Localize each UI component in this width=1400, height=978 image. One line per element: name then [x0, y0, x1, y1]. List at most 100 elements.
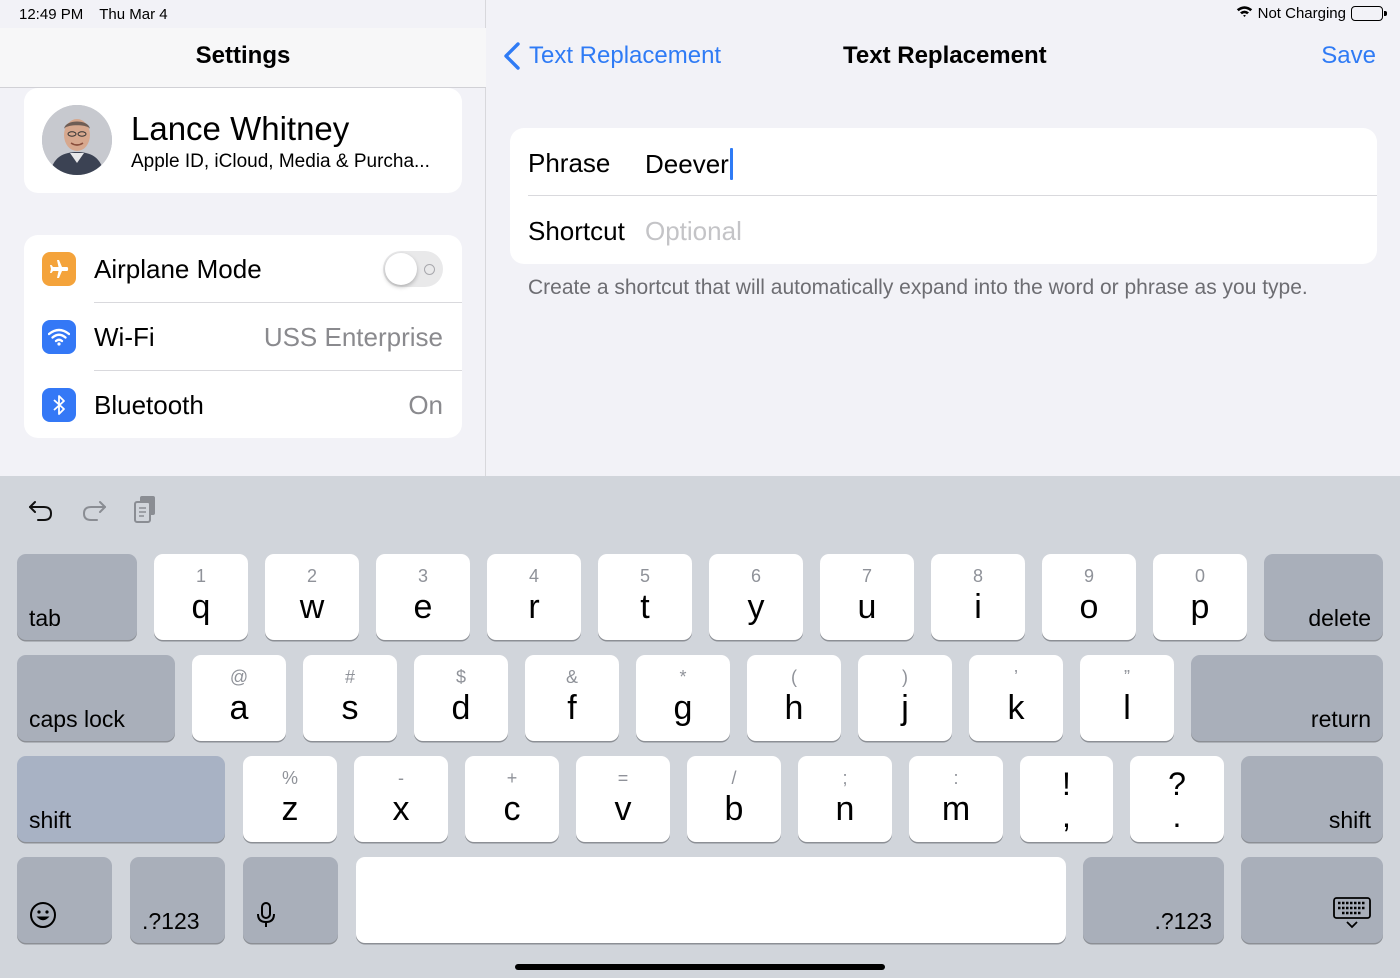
key-t-secondary: 5 — [639, 566, 650, 586]
sidebar-title: Settings — [195, 42, 291, 69]
settings-row-wifi[interactable]: Wi-Fi USS Enterprise — [24, 303, 462, 371]
key-v[interactable]: = v — [576, 756, 670, 842]
shift-key-left[interactable]: shift — [17, 756, 225, 842]
phrase-label: Phrase — [528, 148, 611, 178]
key-y-label: y — [747, 588, 765, 626]
key-q[interactable]: 1q — [154, 554, 248, 640]
key-a-label: a — [229, 689, 249, 727]
home-indicator[interactable] — [515, 964, 885, 970]
shortcut-row[interactable]: Shortcut Optional — [510, 196, 1377, 264]
delete-key[interactable]: delete — [1264, 554, 1383, 640]
shortcut-field[interactable]: Optional — [645, 216, 742, 247]
key-z-label: z — [281, 790, 299, 828]
microphone-icon — [255, 901, 277, 935]
key-p-secondary: 0 — [1194, 566, 1205, 586]
shift-key-right[interactable]: shift — [1241, 756, 1383, 842]
paste-icon[interactable] — [131, 494, 161, 524]
key-o[interactable]: 9o — [1042, 554, 1136, 640]
key-f[interactable]: & f — [525, 655, 619, 741]
key-exclamation-label: ! — [1062, 766, 1071, 802]
key-z-secondary: % — [281, 768, 298, 788]
redo-icon[interactable] — [79, 494, 109, 524]
numbers-key-right[interactable]: .?123 — [1083, 857, 1224, 943]
numbers-key-left[interactable]: .?123 — [130, 857, 225, 943]
key-h-label: h — [784, 689, 804, 727]
caps-lock-key[interactable]: caps lock — [17, 655, 175, 741]
key-k[interactable]: ’ k — [969, 655, 1063, 741]
key-exclamation-comma[interactable]: ! , — [1020, 756, 1113, 842]
key-o-label: o — [1079, 588, 1099, 626]
key-g[interactable]: * g — [636, 655, 730, 741]
key-w-secondary: 2 — [306, 566, 317, 586]
caps-lock-key-label: caps lock — [29, 706, 125, 732]
key-e-secondary: 3 — [417, 566, 428, 586]
space-bar[interactable] — [356, 857, 1066, 943]
key-a[interactable]: @ a — [192, 655, 286, 741]
chevron-left-icon — [504, 42, 520, 70]
key-y-secondary: 6 — [750, 566, 761, 586]
settings-row-bluetooth[interactable]: Bluetooth On — [24, 371, 462, 438]
return-key[interactable]: return — [1191, 655, 1383, 741]
status-time: 12:49 PM — [19, 6, 84, 23]
save-button[interactable]: Save — [1321, 42, 1376, 70]
key-question-period[interactable]: ? . — [1130, 756, 1224, 842]
key-z[interactable]: % z — [243, 756, 337, 842]
dismiss-keyboard-key[interactable] — [1241, 857, 1383, 943]
emoji-key[interactable] — [17, 857, 112, 943]
keyboard-dismiss-icon — [1333, 897, 1371, 935]
key-b[interactable]: / b — [687, 756, 781, 842]
key-r[interactable]: 4r — [487, 554, 581, 640]
airplane-mode-toggle[interactable] — [383, 251, 443, 287]
key-h[interactable]: (h — [747, 655, 841, 741]
key-f-secondary: & — [565, 667, 578, 687]
key-c[interactable]: + c — [465, 756, 559, 842]
settings-row-airplane-mode[interactable]: Airplane Mode — [24, 235, 462, 303]
key-j-label: j — [901, 689, 909, 727]
return-key-label: return — [1310, 706, 1371, 732]
key-e-label: e — [413, 588, 433, 626]
tab-key-label: tab — [29, 605, 61, 631]
key-y[interactable]: 6y — [709, 554, 803, 640]
undo-icon[interactable] — [26, 494, 56, 524]
phrase-row[interactable]: Phrase Deever — [510, 128, 1377, 196]
page-title: Text Replacement — [843, 42, 1047, 69]
key-n-label: n — [835, 790, 855, 828]
phrase-field[interactable]: Deever — [645, 148, 733, 180]
apple-id-profile-card[interactable]: Lance Whitney Apple ID, iCloud, Media & … — [24, 88, 462, 193]
profile-subtitle: Apple ID, iCloud, Media & Purcha... — [131, 151, 430, 172]
key-x-secondary: - — [398, 768, 404, 788]
key-t[interactable]: 5t — [598, 554, 692, 640]
key-c-secondary: + — [506, 768, 518, 788]
key-i[interactable]: 8i — [931, 554, 1025, 640]
key-m[interactable]: :m — [909, 756, 1003, 842]
key-j[interactable]: ) j — [858, 655, 952, 741]
key-w-label: w — [299, 588, 325, 626]
settings-sidebar: 12:49 PM Thu Mar 4 Settings Lance Whitne… — [0, 0, 486, 476]
toggle-knob — [385, 253, 417, 285]
key-w[interactable]: 2w — [265, 554, 359, 640]
key-a-secondary: @ — [229, 667, 249, 687]
toggle-off-indicator-icon — [424, 264, 435, 275]
key-u-secondary: 7 — [861, 566, 872, 586]
key-p[interactable]: 0p — [1153, 554, 1247, 640]
dictation-key[interactable] — [243, 857, 338, 943]
shift-key-left-label: shift — [29, 807, 72, 833]
back-button[interactable]: Text Replacement — [499, 40, 721, 72]
key-u[interactable]: 7u — [820, 554, 914, 640]
airplane-mode-label: Airplane Mode — [94, 254, 262, 284]
back-button-label: Text Replacement — [529, 42, 722, 69]
key-s[interactable]: # s — [303, 655, 397, 741]
key-n[interactable]: ; n — [798, 756, 892, 842]
numbers-key-left-label: .?123 — [142, 908, 200, 934]
key-x[interactable]: -x — [354, 756, 448, 842]
key-d[interactable]: $ d — [414, 655, 508, 741]
key-e[interactable]: 3e — [376, 554, 470, 640]
key-c-label: c — [503, 790, 521, 828]
phrase-value: Deever — [645, 148, 729, 179]
key-m-secondary: : — [953, 768, 959, 788]
key-s-secondary: # — [344, 667, 355, 687]
tab-key[interactable]: tab — [17, 554, 137, 640]
form-footnote: Create a shortcut that will automaticall… — [528, 276, 1308, 299]
key-s-label: s — [341, 689, 359, 727]
key-l[interactable]: ” l — [1080, 655, 1174, 741]
